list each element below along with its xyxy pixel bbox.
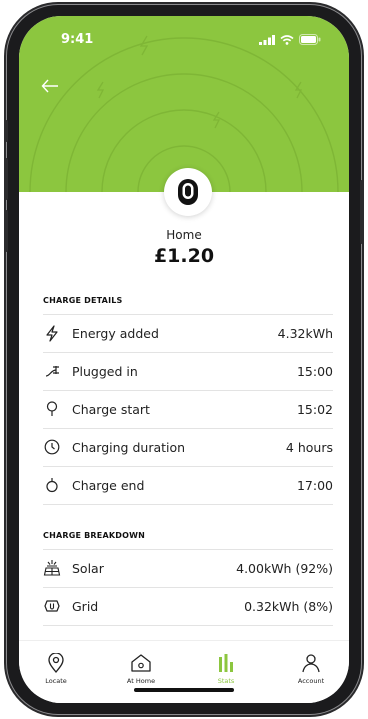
location-pin-icon	[48, 653, 64, 673]
nav-label: Account	[297, 677, 325, 685]
breakdown-label: Grid	[72, 598, 99, 614]
detail-row-energy-added: Energy added 4.32kWh	[43, 315, 333, 351]
account-icon	[302, 654, 320, 673]
charge-end-icon	[43, 476, 61, 494]
breakdown-label: Solar	[72, 560, 104, 576]
nav-item-stats[interactable]: Stats	[194, 653, 258, 685]
nav-label: Stats	[217, 677, 235, 685]
detail-value: 15:00	[296, 363, 333, 379]
detail-label: Charge start	[72, 401, 150, 417]
wifi-icon	[280, 34, 294, 45]
detail-label: Plugged in	[72, 363, 138, 379]
detail-value: 17:00	[296, 477, 333, 493]
detail-row-plugged-in: Plugged in 15:00	[43, 353, 333, 389]
phone-side-button	[4, 120, 8, 142]
status-time: 9:41	[61, 32, 94, 47]
divider	[43, 625, 333, 626]
nav-label: At Home	[126, 677, 156, 685]
detail-label: Charge end	[72, 477, 145, 493]
solar-panel-icon	[43, 559, 61, 577]
signal-icon	[259, 34, 275, 45]
breakdown-row-grid: Grid 0.32kWh (8%)	[43, 588, 333, 624]
charger-icon	[178, 179, 198, 205]
charge-amount: £1.20	[153, 245, 215, 267]
status-icons	[259, 34, 321, 45]
divider	[43, 504, 333, 505]
detail-value: 15:02	[296, 401, 333, 417]
status-bar: 9:41	[19, 32, 349, 56]
detail-row-charge-start: Charge start 15:02	[43, 391, 333, 427]
nav-label: Locate	[45, 677, 67, 685]
battery-icon	[299, 34, 321, 45]
phone-side-button	[360, 180, 364, 244]
back-button[interactable]	[41, 74, 65, 98]
detail-value: 4.32kWh	[277, 325, 333, 341]
grid-icon	[43, 597, 61, 615]
detail-row-charge-end: Charge end 17:00	[43, 467, 333, 503]
detail-value: 4 hours	[285, 439, 333, 455]
phone-side-button	[4, 158, 8, 200]
plug-icon	[43, 362, 61, 380]
nav-item-at-home[interactable]: At Home	[109, 653, 173, 685]
bottom-nav: Locate At Home Stats Account	[19, 640, 349, 703]
clock-icon	[43, 438, 61, 456]
stats-icon	[219, 654, 233, 672]
lightning-icon	[43, 324, 61, 342]
detail-label: Charging duration	[72, 439, 186, 455]
breakdown-value: 0.32kWh (8%)	[244, 598, 333, 614]
charge-details-title: CHARGE DETAILS	[43, 296, 123, 305]
breakdown-value: 4.00kWh (92%)	[236, 560, 333, 576]
location-pin-icon	[43, 400, 61, 418]
home-indicator[interactable]	[134, 688, 234, 692]
back-arrow-icon	[41, 79, 58, 93]
location-name: Home	[166, 228, 202, 242]
detail-row-charging-duration: Charging duration 4 hours	[43, 429, 333, 465]
charge-breakdown-title: CHARGE BREAKDOWN	[43, 531, 146, 540]
charger-avatar	[164, 168, 212, 216]
app-screen: 9:41 Home £1.20 CHARGE DETAILS Energy ad…	[19, 16, 349, 703]
home-icon	[131, 654, 151, 672]
breakdown-row-solar: Solar 4.00kWh (92%)	[43, 550, 333, 586]
detail-label: Energy added	[72, 325, 159, 341]
nav-item-account[interactable]: Account	[279, 653, 343, 685]
phone-side-button	[4, 210, 8, 252]
nav-item-locate[interactable]: Locate	[24, 653, 88, 685]
